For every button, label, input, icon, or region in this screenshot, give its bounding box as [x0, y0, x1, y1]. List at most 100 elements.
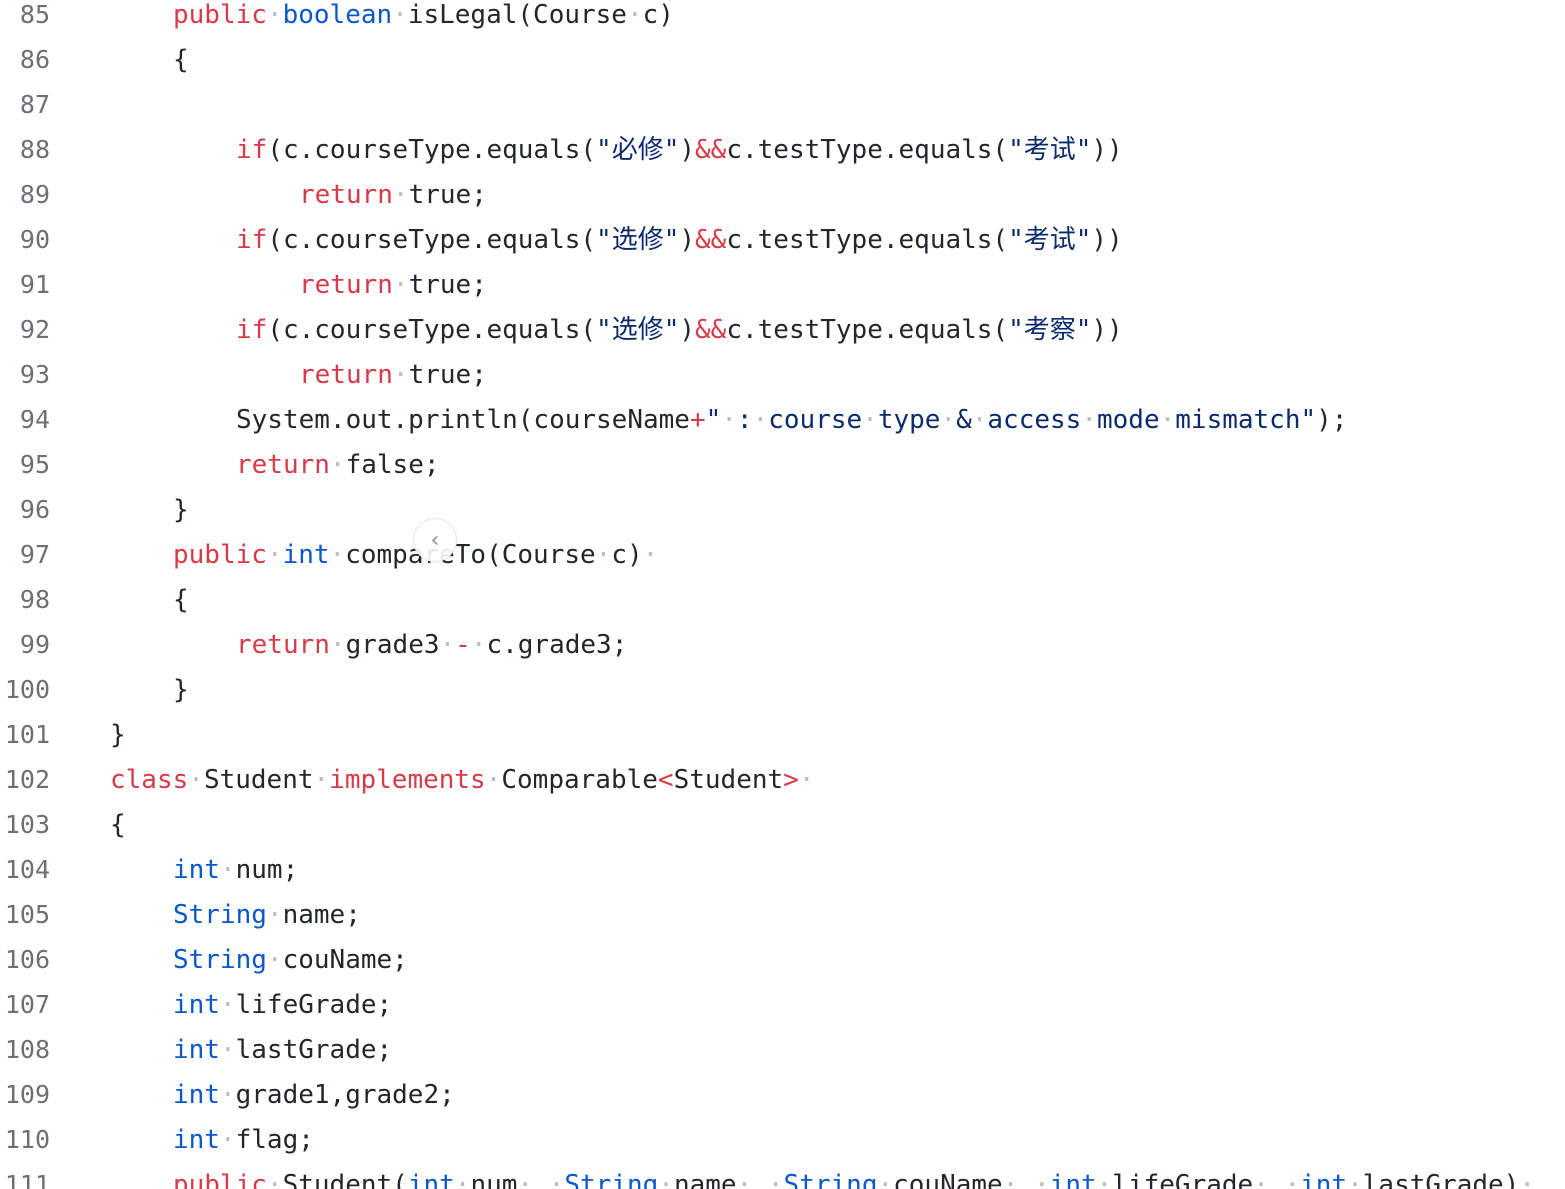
code-token: public	[173, 540, 267, 570]
line-number: 107	[4, 990, 50, 1019]
code-token: "选修"	[596, 225, 680, 255]
code-line[interactable]: 102 class·Student·implements·Comparable<S…	[0, 765, 1565, 810]
code-token: ·	[1159, 405, 1176, 435]
line-number: 102	[4, 765, 50, 794]
code-text: }	[173, 495, 189, 525]
code-token: "必修"	[596, 135, 680, 165]
code-line[interactable]: 98 {	[0, 585, 1565, 630]
collapse-sidebar-button[interactable]: ‹	[413, 518, 457, 562]
code-line[interactable]: 86 {	[0, 45, 1565, 90]
code-line[interactable]: 99 return·grade3·-·c.grade3;	[0, 630, 1565, 675]
code-text: return·false;	[236, 450, 440, 480]
code-token: -	[455, 630, 471, 660]
code-line[interactable]: 107 int·lifeGrade;	[0, 990, 1565, 1035]
code-line[interactable]: 96}	[0, 495, 1565, 540]
code-token: ·	[736, 1170, 753, 1189]
code-token: false;	[345, 450, 440, 480]
code-text: int·grade1,grade2;	[173, 1080, 455, 1110]
code-token: "考试"	[1008, 225, 1092, 255]
line-number: 100	[4, 675, 50, 704]
code-token: ·	[721, 405, 737, 435]
code-token: ·	[798, 765, 815, 795]
code-text: if(c.courseType.equals("选修")&&c.testType…	[236, 315, 1123, 345]
code-token: (c.courseType.equals(	[267, 135, 597, 165]
code-token: return	[299, 180, 393, 210]
code-line[interactable]: 87	[0, 90, 1565, 135]
code-line[interactable]: 103 {	[0, 810, 1565, 855]
code-token: ·	[219, 1125, 236, 1155]
code-token: ·	[767, 1170, 784, 1189]
code-token: {	[110, 810, 126, 840]
code-token: mismatch"	[1175, 405, 1317, 435]
code-line[interactable]: 101}	[0, 720, 1565, 765]
chevron-left-icon: ‹	[430, 527, 440, 553]
code-text: {	[110, 810, 126, 840]
line-number: 96	[19, 495, 50, 524]
code-token: isLegal(Course	[407, 0, 627, 30]
code-line[interactable]: 104 int·num;	[0, 855, 1565, 900]
code-line[interactable]: 88 if(c.courseType.equals("必修")&&c.testTy…	[0, 135, 1565, 180]
code-token: }	[110, 720, 126, 750]
code-token: ·	[1284, 1170, 1301, 1189]
code-token: c.testType.equals(	[726, 225, 1009, 255]
code-token: &&	[695, 225, 727, 255]
code-token: lastGrade;	[235, 1035, 393, 1065]
code-token: ))	[1091, 225, 1123, 255]
code-text: public·Student(int·num·,·String·name·,·S…	[173, 1170, 1535, 1189]
code-token: ·	[517, 1170, 534, 1189]
code-line[interactable]: 97 public·int·compareTo(Course·c)·	[0, 540, 1565, 585]
code-token: System.out.println(courseName	[236, 405, 690, 435]
code-text: }	[173, 675, 189, 705]
code-token: grade3	[345, 630, 440, 660]
code-token: name	[673, 1170, 737, 1189]
code-editor[interactable]: 85 public·boolean·isLegal(Course·c) 86{87 8…	[0, 0, 1565, 1189]
code-line[interactable]: 109 int·grade1,grade2;	[0, 1080, 1565, 1125]
code-line[interactable]: 90 if(c.courseType.equals("选修")&&c.testTy…	[0, 225, 1565, 270]
line-number: 97	[19, 540, 50, 569]
code-text: return·grade3·-·c.grade3;	[236, 630, 627, 660]
code-token: ·	[1253, 1170, 1269, 1189]
code-token: true;	[408, 270, 487, 300]
line-number: 88	[19, 135, 50, 164]
code-token: "选修"	[596, 315, 680, 345]
code-token: if	[236, 135, 268, 165]
code-token: ·	[1347, 1170, 1363, 1189]
code-text: {	[173, 585, 189, 615]
line-number: 89	[19, 180, 50, 209]
code-text: int·flag;	[173, 1125, 314, 1155]
line-number: 103	[4, 810, 50, 839]
code-token: ·	[1096, 1170, 1113, 1189]
code-line[interactable]: 94 System.out.println(courseName+"·:·cour…	[0, 405, 1565, 450]
code-token: ·	[439, 630, 456, 660]
code-line[interactable]: 111 public·Student(int·num·,·String·name·…	[0, 1170, 1565, 1189]
code-line[interactable]: 85 public·boolean·isLegal(Course·c)	[0, 0, 1565, 45]
code-line[interactable]: 95 return·false;	[0, 450, 1565, 495]
code-token: ·	[658, 1170, 674, 1189]
code-token: int	[173, 855, 220, 885]
code-line[interactable]: 108 int·lastGrade;	[0, 1035, 1565, 1080]
code-token: int	[1300, 1170, 1348, 1189]
code-token: c.testType.equals(	[726, 135, 1009, 165]
code-line[interactable]: 92 if(c.courseType.equals("选修")&&c.testTy…	[0, 315, 1565, 360]
code-text: int·num;	[173, 855, 298, 885]
code-line[interactable]: 105 String·name;	[0, 900, 1565, 945]
code-line[interactable]: 106 String·couName;	[0, 945, 1565, 990]
code-line[interactable]: 110 int·flag;	[0, 1125, 1565, 1170]
code-token: String	[173, 945, 267, 975]
code-line[interactable]: 91 return·true;	[0, 270, 1565, 315]
code-token: ·	[971, 405, 988, 435]
code-token: ·	[266, 900, 283, 930]
code-text: if(c.courseType.equals("必修")&&c.testType…	[236, 135, 1123, 165]
code-token: num	[470, 1170, 518, 1189]
code-line[interactable]: 89 return·true;	[0, 180, 1565, 225]
code-token: ·	[752, 405, 769, 435]
code-token: public	[173, 1170, 267, 1189]
code-line[interactable]: 100}	[0, 675, 1565, 720]
code-line[interactable]: 93 return·true;	[0, 360, 1565, 405]
code-text: public·boolean·isLegal(Course·c)	[173, 0, 674, 30]
code-text: {	[173, 45, 189, 75]
line-number: 105	[4, 900, 50, 929]
code-token: ·	[266, 1170, 283, 1189]
code-token: )	[679, 225, 696, 255]
code-text: String·couName;	[173, 945, 408, 975]
